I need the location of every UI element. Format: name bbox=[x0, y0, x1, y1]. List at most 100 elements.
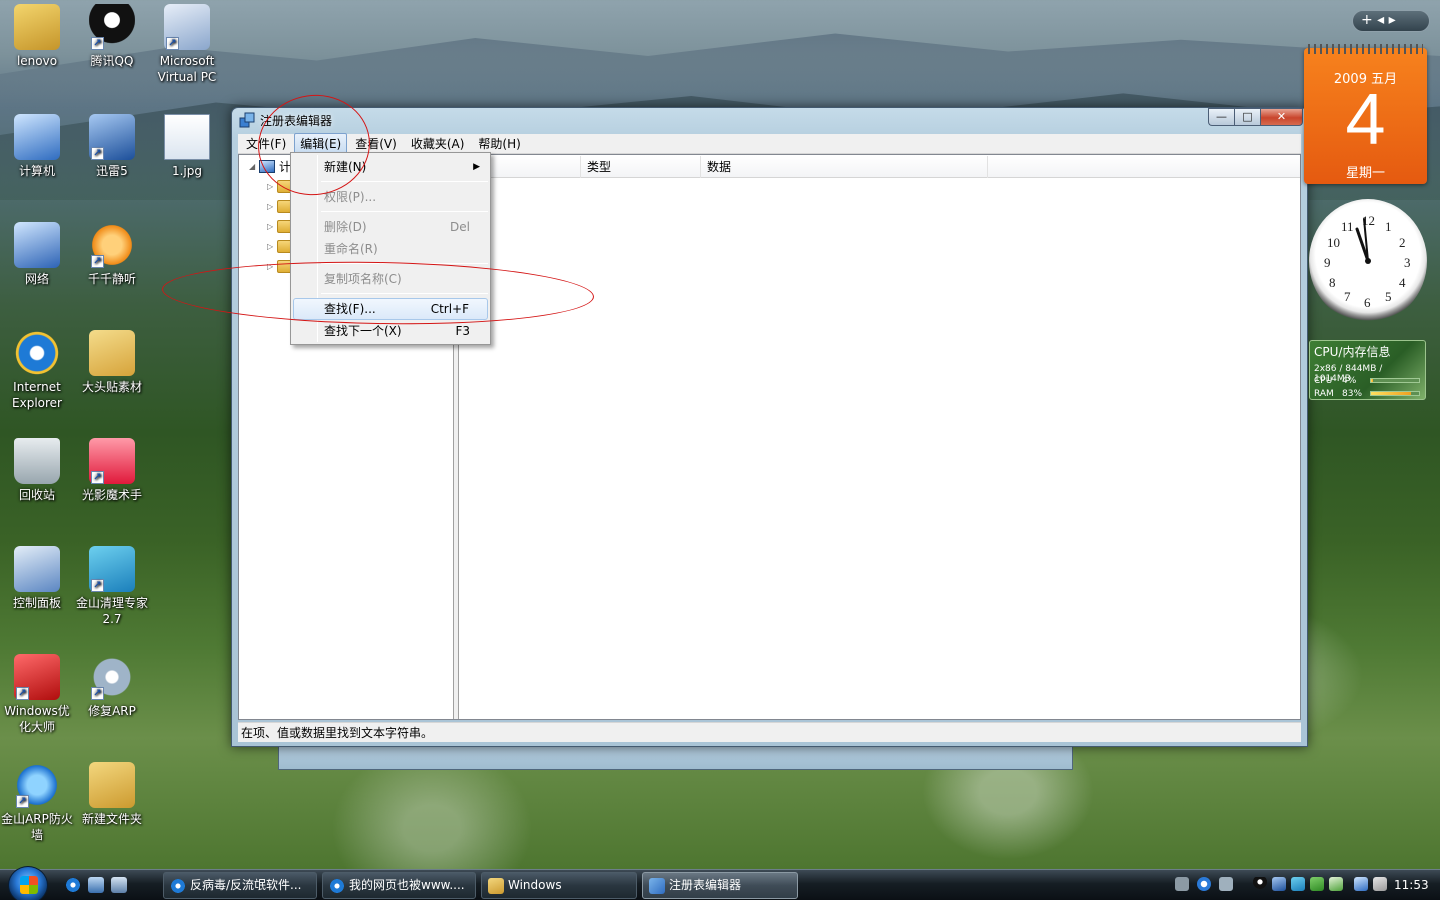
menu-separator bbox=[321, 263, 488, 264]
desktop-icon-xunlei[interactable]: ↗ 迅雷5 bbox=[74, 114, 150, 179]
values-list[interactable]: 类型 数据 bbox=[459, 155, 1300, 719]
desktop-icon-virtual-pc[interactable]: ↗ Microsoft Virtual PC bbox=[149, 4, 225, 85]
desktop-icon-photo-sticker[interactable]: 大头贴素材 bbox=[74, 330, 150, 395]
clock-gadget[interactable]: 12 1 2 3 4 5 6 7 8 9 10 11 bbox=[1309, 199, 1427, 323]
menu-item-find-next[interactable]: 查找下一个(X) F3 bbox=[293, 320, 488, 342]
headphones-icon: ↗ bbox=[89, 222, 135, 268]
chevron-right-icon[interactable]: ▷ bbox=[267, 242, 277, 251]
desktop-icon-kingsoft-arp[interactable]: ↗ 金山ARP防火墙 bbox=[0, 762, 75, 843]
desktop-icon-label: 网络 bbox=[24, 272, 49, 286]
desktop-icon-windows-optimizer[interactable]: ↗ Windows优化大师 bbox=[0, 654, 75, 735]
menu-separator bbox=[321, 293, 488, 294]
column-data[interactable]: 数据 bbox=[701, 156, 988, 178]
menu-item-label: 删除(D) bbox=[324, 220, 367, 234]
qq-penguin-icon[interactable] bbox=[1253, 877, 1267, 891]
chevron-down-icon[interactable]: ◢ bbox=[249, 162, 259, 171]
menu-item-delete: 删除(D) Del bbox=[293, 216, 488, 238]
taskbar-button[interactable]: Windows bbox=[481, 872, 637, 899]
desktop-icon-repair-arp[interactable]: ↗ 修复ARP bbox=[74, 654, 150, 719]
shield-icon[interactable] bbox=[1291, 877, 1305, 891]
close-button[interactable]: ✕ bbox=[1260, 108, 1303, 126]
status-bar: 在项、值或数据里找到文本字符串。 bbox=[238, 722, 1301, 742]
menu-item-new[interactable]: 新建(N) ▶ bbox=[293, 156, 488, 178]
ram-label: RAM bbox=[1314, 389, 1334, 399]
taskbar-button[interactable]: 反病毒/反流氓软件... bbox=[163, 872, 317, 899]
title-bar[interactable]: 注册表编辑器 — □ ✕ bbox=[232, 108, 1307, 132]
security-icon[interactable] bbox=[1310, 877, 1324, 891]
qq-penguin-icon: ↗ bbox=[89, 4, 135, 50]
desktop-icon-label: Internet Explorer bbox=[12, 380, 62, 410]
show-desktop-icon[interactable] bbox=[88, 877, 104, 893]
desktop-icon-network[interactable]: 网络 bbox=[0, 222, 75, 287]
cpu-label: CPU bbox=[1314, 376, 1333, 386]
ram-usage-bar bbox=[1370, 391, 1420, 396]
calendar-gadget[interactable]: 2009 五月 4 星期一 bbox=[1304, 44, 1427, 184]
menu-help[interactable]: 帮助(H) bbox=[472, 133, 526, 154]
desktop-icon-label: 光影魔术手 bbox=[81, 488, 142, 502]
desktop-icon-label: 1.jpg bbox=[171, 164, 203, 178]
shortcut-arrow-icon: ↗ bbox=[91, 579, 104, 592]
network-icon[interactable] bbox=[1354, 877, 1368, 891]
start-button[interactable] bbox=[8, 866, 48, 900]
cpu-memory-gadget[interactable]: CPU/内存信息 2x86 / 844MB / 1014MB CPU 4% RA… bbox=[1309, 340, 1426, 400]
menu-item-label: 复制项名称(C) bbox=[324, 272, 402, 286]
edit-menu-dropdown: 新建(N) ▶ 权限(P)... 删除(D) Del 重命名(R) 复制项名称(… bbox=[290, 152, 491, 345]
desktop-icon-jpg[interactable]: 1.jpg bbox=[149, 114, 225, 179]
desktop-icon-label: 千千静听 bbox=[87, 272, 136, 286]
help-icon[interactable] bbox=[1197, 877, 1211, 891]
sidebar-controls[interactable]: + ◂ ▸ bbox=[1352, 10, 1430, 32]
arp-firewall-icon: ↗ bbox=[14, 762, 60, 808]
desktop-icon-label: 计算机 bbox=[18, 164, 55, 178]
menu-view[interactable]: 查看(V) bbox=[349, 133, 403, 154]
internet-explorer-icon bbox=[329, 878, 345, 894]
desktop-icon-new-folder[interactable]: 新建文件夹 bbox=[74, 762, 150, 827]
broom-shield-icon: ↗ bbox=[89, 546, 135, 592]
column-type[interactable]: 类型 bbox=[581, 156, 701, 178]
neoimaging-icon: ↗ bbox=[89, 438, 135, 484]
tree-root[interactable]: ◢ 计 bbox=[249, 157, 291, 175]
desktop-icon-qq[interactable]: ↗ 腾讯QQ bbox=[74, 4, 150, 69]
desktop-icon-ttplayer[interactable]: ↗ 千千静听 bbox=[74, 222, 150, 287]
check-icon[interactable] bbox=[1329, 877, 1343, 891]
xunlei-icon[interactable] bbox=[1272, 877, 1286, 891]
menu-file[interactable]: 文件(F) bbox=[240, 133, 292, 154]
desktop-icon-label: 新建文件夹 bbox=[81, 812, 142, 826]
menu-item-shortcut: Del bbox=[450, 220, 470, 234]
chevron-right-icon[interactable]: ▷ bbox=[267, 262, 277, 271]
desktop-icon-ie[interactable]: Internet Explorer bbox=[0, 330, 75, 411]
desktop-icon-label: 金山ARP防火墙 bbox=[1, 812, 73, 842]
internet-explorer-icon[interactable] bbox=[65, 877, 81, 893]
chevron-right-icon[interactable]: ▷ bbox=[267, 202, 277, 211]
gear-icon: ↗ bbox=[89, 654, 135, 700]
taskbar-button-label: 反病毒/反流氓软件... bbox=[190, 878, 302, 892]
taskbar-clock[interactable]: 11:53 bbox=[1394, 878, 1429, 892]
volume-icon[interactable] bbox=[1373, 877, 1387, 891]
desktop-icon-control-panel[interactable]: 控制面板 bbox=[0, 546, 75, 611]
desktop-icon-label: 修复ARP bbox=[88, 704, 136, 718]
desktop-icon-label: lenovo bbox=[16, 54, 58, 68]
taskbar-button-active[interactable]: 注册表编辑器 bbox=[642, 872, 798, 899]
keyboard-icon[interactable] bbox=[1175, 877, 1189, 891]
chevron-right-icon[interactable]: ▷ bbox=[267, 182, 277, 191]
taskbar-button[interactable]: 我的网页也被www.... bbox=[322, 872, 476, 899]
maximize-button[interactable]: □ bbox=[1234, 108, 1260, 126]
windows-logo-icon bbox=[20, 876, 38, 894]
cpu-value: 4% bbox=[1342, 376, 1357, 386]
minimize-button[interactable]: — bbox=[1208, 108, 1234, 126]
shortcut-arrow-icon: ↗ bbox=[91, 147, 104, 160]
menu-favorites[interactable]: 收藏夹(A) bbox=[405, 133, 471, 154]
language-bar-icon[interactable] bbox=[1219, 877, 1233, 891]
desktop-icon-neoimaging[interactable]: ↗ 光影魔术手 bbox=[74, 438, 150, 503]
desktop-icon-computer[interactable]: 计算机 bbox=[0, 114, 75, 179]
desktop-icon-lenovo[interactable]: lenovo bbox=[0, 4, 75, 69]
internet-explorer-icon bbox=[14, 330, 60, 376]
recycle-bin-icon bbox=[14, 438, 60, 484]
menu-item-find[interactable]: 查找(F)... Ctrl+F bbox=[293, 298, 488, 320]
switch-windows-icon[interactable] bbox=[111, 877, 127, 893]
desktop-icon-kingsoft-cleaner[interactable]: ↗ 金山清理专家 2.7 bbox=[74, 546, 150, 627]
folder-icon bbox=[89, 330, 135, 376]
desktop-icon-recycle-bin[interactable]: 回收站 bbox=[0, 438, 75, 503]
menu-edit[interactable]: 编辑(E) bbox=[294, 133, 348, 154]
chevron-right-icon[interactable]: ▷ bbox=[267, 222, 277, 231]
shortcut-arrow-icon: ↗ bbox=[91, 255, 104, 268]
